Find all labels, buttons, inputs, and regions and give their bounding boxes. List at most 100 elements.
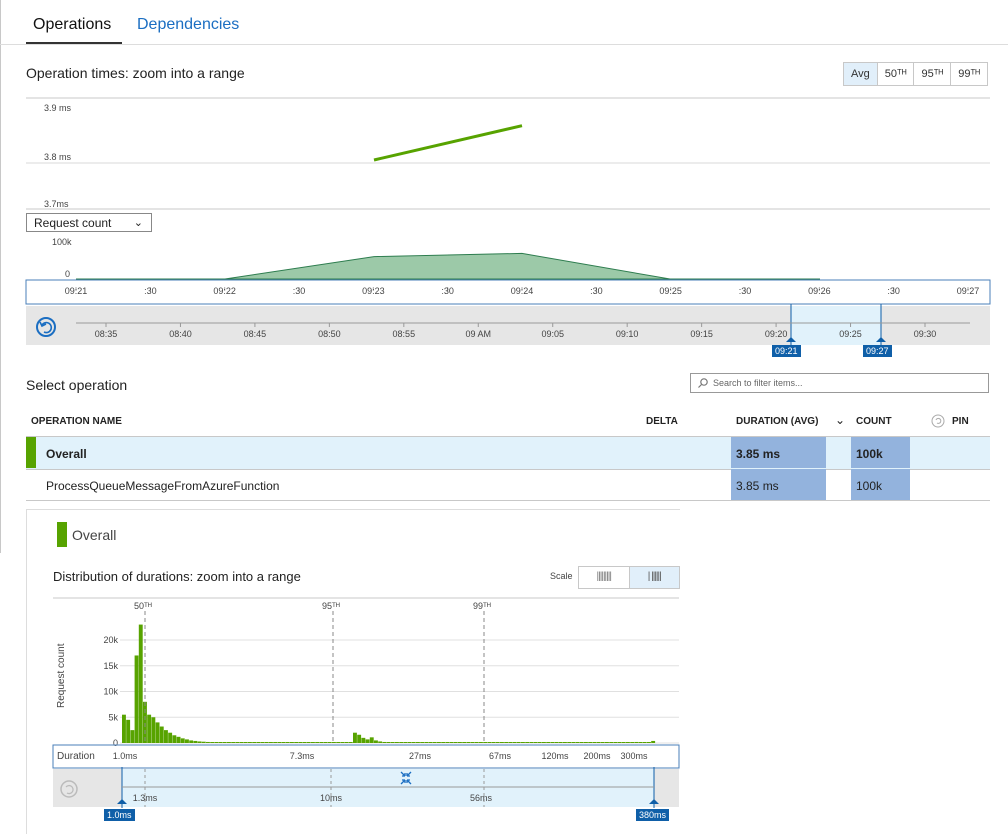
time-tick-label: 09:24 <box>511 286 534 296</box>
operation-times-title: Operation times: zoom into a range <box>26 65 245 81</box>
area-series <box>76 252 820 280</box>
time-tick-label: 09:23 <box>362 286 385 296</box>
histogram-bar <box>390 742 395 743</box>
table-row-overall[interactable] <box>26 436 990 470</box>
histogram-bar <box>420 742 425 743</box>
histogram-bar <box>470 742 475 743</box>
histogram-bar <box>621 742 626 743</box>
operation-times-chart[interactable]: 3.9 ms 3.8 ms 3.7ms <box>0 90 1008 210</box>
histogram-bar <box>172 735 177 743</box>
metric-select[interactable]: Request count ⌄ <box>26 213 152 232</box>
histogram-bar <box>395 742 399 743</box>
histogram-bar <box>185 739 189 743</box>
histogram-bar <box>584 742 588 743</box>
histogram-bar <box>201 741 206 743</box>
histogram-bar <box>428 742 433 743</box>
search-input[interactable]: Search to filter items... <box>690 373 989 393</box>
y-tick-label: 10k <box>103 687 118 697</box>
histogram-bar <box>479 742 483 743</box>
histogram-bar <box>647 742 651 743</box>
duration-end-handle[interactable]: 380ms <box>636 809 670 821</box>
histogram-bar <box>332 742 336 743</box>
duration-tick-label: 67ms <box>489 751 512 761</box>
scale-linear[interactable]: ||||||||| <box>579 567 629 588</box>
scale-toggle[interactable]: ||||||||| | |||||| <box>578 566 680 589</box>
range-tick-label: 56ms <box>470 793 493 803</box>
histogram-bar <box>189 740 194 743</box>
percentile-99[interactable]: 99ᵀᴴ <box>950 63 987 85</box>
percentile-selector[interactable]: Avg 50ᵀᴴ 95ᵀᴴ 99ᵀᴴ <box>843 62 988 86</box>
histogram-bar <box>130 730 135 743</box>
chevron-down-icon: ⌄ <box>133 217 143 229</box>
histogram-bar <box>122 714 126 743</box>
histogram-bar <box>302 742 307 743</box>
histogram-bar <box>512 742 517 743</box>
duration-tick-label: 200ms <box>583 751 611 761</box>
percentile-95[interactable]: 95ᵀᴴ <box>913 63 950 85</box>
time-axis: 09:21:30 09:22:30 09:23:30 09:24:30 09:25:30… <box>65 286 980 296</box>
histogram-bar <box>147 714 152 743</box>
histogram-bar <box>218 742 223 743</box>
histogram-bar <box>214 742 219 743</box>
scale-label: Scale <box>550 571 573 581</box>
histogram-bar <box>386 742 391 743</box>
histogram-bar <box>588 742 593 743</box>
col-pin[interactable]: PIN <box>952 416 969 427</box>
col-operation-name[interactable]: OPERATION NAME <box>31 416 122 427</box>
histogram-bar <box>323 742 328 743</box>
range-start-handle[interactable]: 09:21 <box>772 345 801 357</box>
selected-row-marker <box>26 437 36 468</box>
metric-select-value: Request count <box>34 216 112 230</box>
percentile-avg[interactable]: Avg <box>844 63 877 85</box>
overview-tick-label: 09:25 <box>839 329 862 339</box>
histogram-bar <box>252 742 257 743</box>
histogram-bar <box>243 742 248 743</box>
request-count-chart[interactable]: 100k 0 09:21:30 09:22:30 09:23:30 09:24:30 0… <box>0 233 1008 348</box>
sort-chevron-icon[interactable]: ⌄ <box>835 413 845 427</box>
histogram-bar <box>344 742 349 743</box>
histogram-bar <box>483 742 488 743</box>
duration-selection[interactable] <box>122 769 654 807</box>
percentile-50[interactable]: 50ᵀᴴ <box>876 63 914 85</box>
histogram-bar <box>348 742 353 743</box>
histogram-bar <box>453 742 458 743</box>
histogram-bar <box>256 742 261 743</box>
histogram-bar <box>605 742 609 743</box>
tab-operations[interactable]: Operations <box>33 16 111 34</box>
histogram-bar <box>357 734 362 743</box>
col-count[interactable]: COUNT <box>856 416 892 427</box>
zoom-range-frame[interactable] <box>25 279 991 305</box>
col-duration[interactable]: DURATION (AVG) <box>736 416 818 427</box>
overview-tick-label: 08:45 <box>244 329 267 339</box>
overview-tick-label: 08:35 <box>95 329 118 339</box>
duration-start-handle[interactable]: 1.0ms <box>104 809 135 821</box>
histogram-bar <box>365 739 370 743</box>
search-placeholder: Search to filter items... <box>713 378 803 388</box>
histogram-bar <box>353 732 357 743</box>
histogram-bar <box>134 655 139 743</box>
histogram-bar <box>638 742 643 743</box>
overview-selection[interactable] <box>791 306 881 345</box>
histogram-bar <box>315 742 320 743</box>
col-delta[interactable]: DELTA <box>646 416 678 427</box>
overview-tick-label: 09:05 <box>541 329 564 339</box>
time-tick-label: :30 <box>293 286 306 296</box>
overview-tick-label: 08:50 <box>318 329 341 339</box>
y-tick-label: 20k <box>103 635 118 645</box>
distribution-chart[interactable]: 20k 15k 10k 5k 0 Request count 50ᵀᴴ 95ᵀᴴ 99ᵀ… <box>0 596 690 833</box>
histogram-bar <box>613 742 618 743</box>
histogram-bar <box>273 742 278 743</box>
overall-color-marker <box>57 522 67 547</box>
histogram-bar <box>327 742 332 743</box>
row-count: 100k <box>856 447 883 461</box>
histogram-bar <box>533 742 538 743</box>
histogram-bar <box>126 719 131 743</box>
line-series <box>373 124 523 162</box>
scale-log[interactable]: | |||||| <box>628 567 679 588</box>
overview-tick-label: 09:10 <box>616 329 639 339</box>
pin-icon <box>931 414 945 428</box>
range-end-handle[interactable]: 09:27 <box>863 345 892 357</box>
histogram-bar <box>264 742 269 743</box>
tab-dependencies[interactable]: Dependencies <box>137 16 239 34</box>
area-fill <box>76 252 820 280</box>
